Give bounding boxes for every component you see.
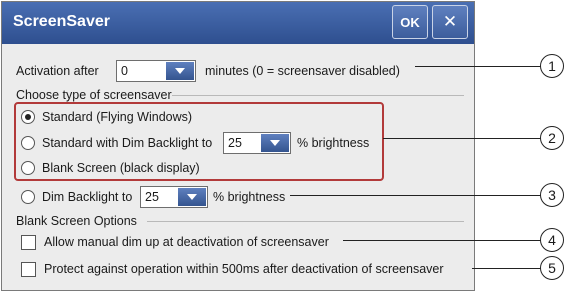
checkbox-manual-dim-up-label: Allow manual dim up at deactivation of s… <box>44 235 329 249</box>
screensaver-type-heading: Choose type of screensaver <box>16 88 172 102</box>
radio-blank-screen-label: Blank Screen (black display) <box>42 161 200 175</box>
radio-standard-dim-label: Standard with Dim Backlight to <box>42 136 213 150</box>
standard-dim-brightness-value: 25 <box>228 136 242 150</box>
activation-minutes-value: 0 <box>121 64 128 78</box>
chevron-down-icon <box>175 68 185 74</box>
radio-dim-backlight-label: Dim Backlight to <box>42 190 133 204</box>
title-bar: ScreenSaver OK ✕ <box>2 2 474 44</box>
callout-5: 5 <box>540 256 564 280</box>
dialog-content: Activation after 0 minutes (0 = screensa… <box>2 44 474 290</box>
checkbox-protect-operation[interactable] <box>21 262 36 277</box>
callout-leader-5 <box>472 268 542 269</box>
group-divider <box>147 221 464 222</box>
activation-label: Activation after <box>16 64 99 78</box>
callout-3: 3 <box>540 183 564 207</box>
callout-leader-4 <box>343 240 542 241</box>
group-divider <box>172 95 464 96</box>
activation-suffix: minutes (0 = screensaver disabled) <box>205 64 400 78</box>
standard-dim-brightness-combo[interactable]: 25 <box>223 132 291 154</box>
close-button[interactable]: ✕ <box>432 5 468 39</box>
radio-standard-dim[interactable] <box>21 136 35 150</box>
callout-leader-3 <box>290 195 542 196</box>
dialog-title: ScreenSaver <box>13 13 110 30</box>
callout-4: 4 <box>540 228 564 252</box>
dim-backlight-suffix: % brightness <box>213 190 286 204</box>
checkbox-protect-operation-label: Protect against operation within 500ms a… <box>44 262 444 276</box>
callout-2: 2 <box>540 126 564 150</box>
dropdown-button[interactable] <box>166 62 194 80</box>
dim-backlight-brightness-combo[interactable]: 25 <box>140 186 208 208</box>
standard-dim-suffix: % brightness <box>297 136 370 150</box>
blank-screen-options-heading: Blank Screen Options <box>16 214 137 228</box>
checkbox-manual-dim-up[interactable] <box>21 235 36 250</box>
radio-blank-screen[interactable] <box>21 161 35 175</box>
screensaver-dialog: ScreenSaver OK ✕ Activation after 0 minu… <box>1 1 475 291</box>
dropdown-button[interactable] <box>178 188 206 206</box>
radio-dim-backlight[interactable] <box>21 190 35 204</box>
chevron-down-icon <box>187 194 197 200</box>
dropdown-button[interactable] <box>261 134 289 152</box>
radio-standard[interactable] <box>21 110 35 124</box>
radio-standard-label: Standard (Flying Windows) <box>42 110 193 124</box>
ok-button[interactable]: OK <box>392 5 428 39</box>
dim-backlight-brightness-value: 25 <box>145 190 159 204</box>
callout-leader-1 <box>415 66 542 67</box>
callout-1: 1 <box>540 54 564 78</box>
callout-leader-2 <box>383 138 542 139</box>
close-icon: ✕ <box>442 12 458 31</box>
activation-minutes-combo[interactable]: 0 <box>116 60 196 82</box>
chevron-down-icon <box>270 140 280 146</box>
